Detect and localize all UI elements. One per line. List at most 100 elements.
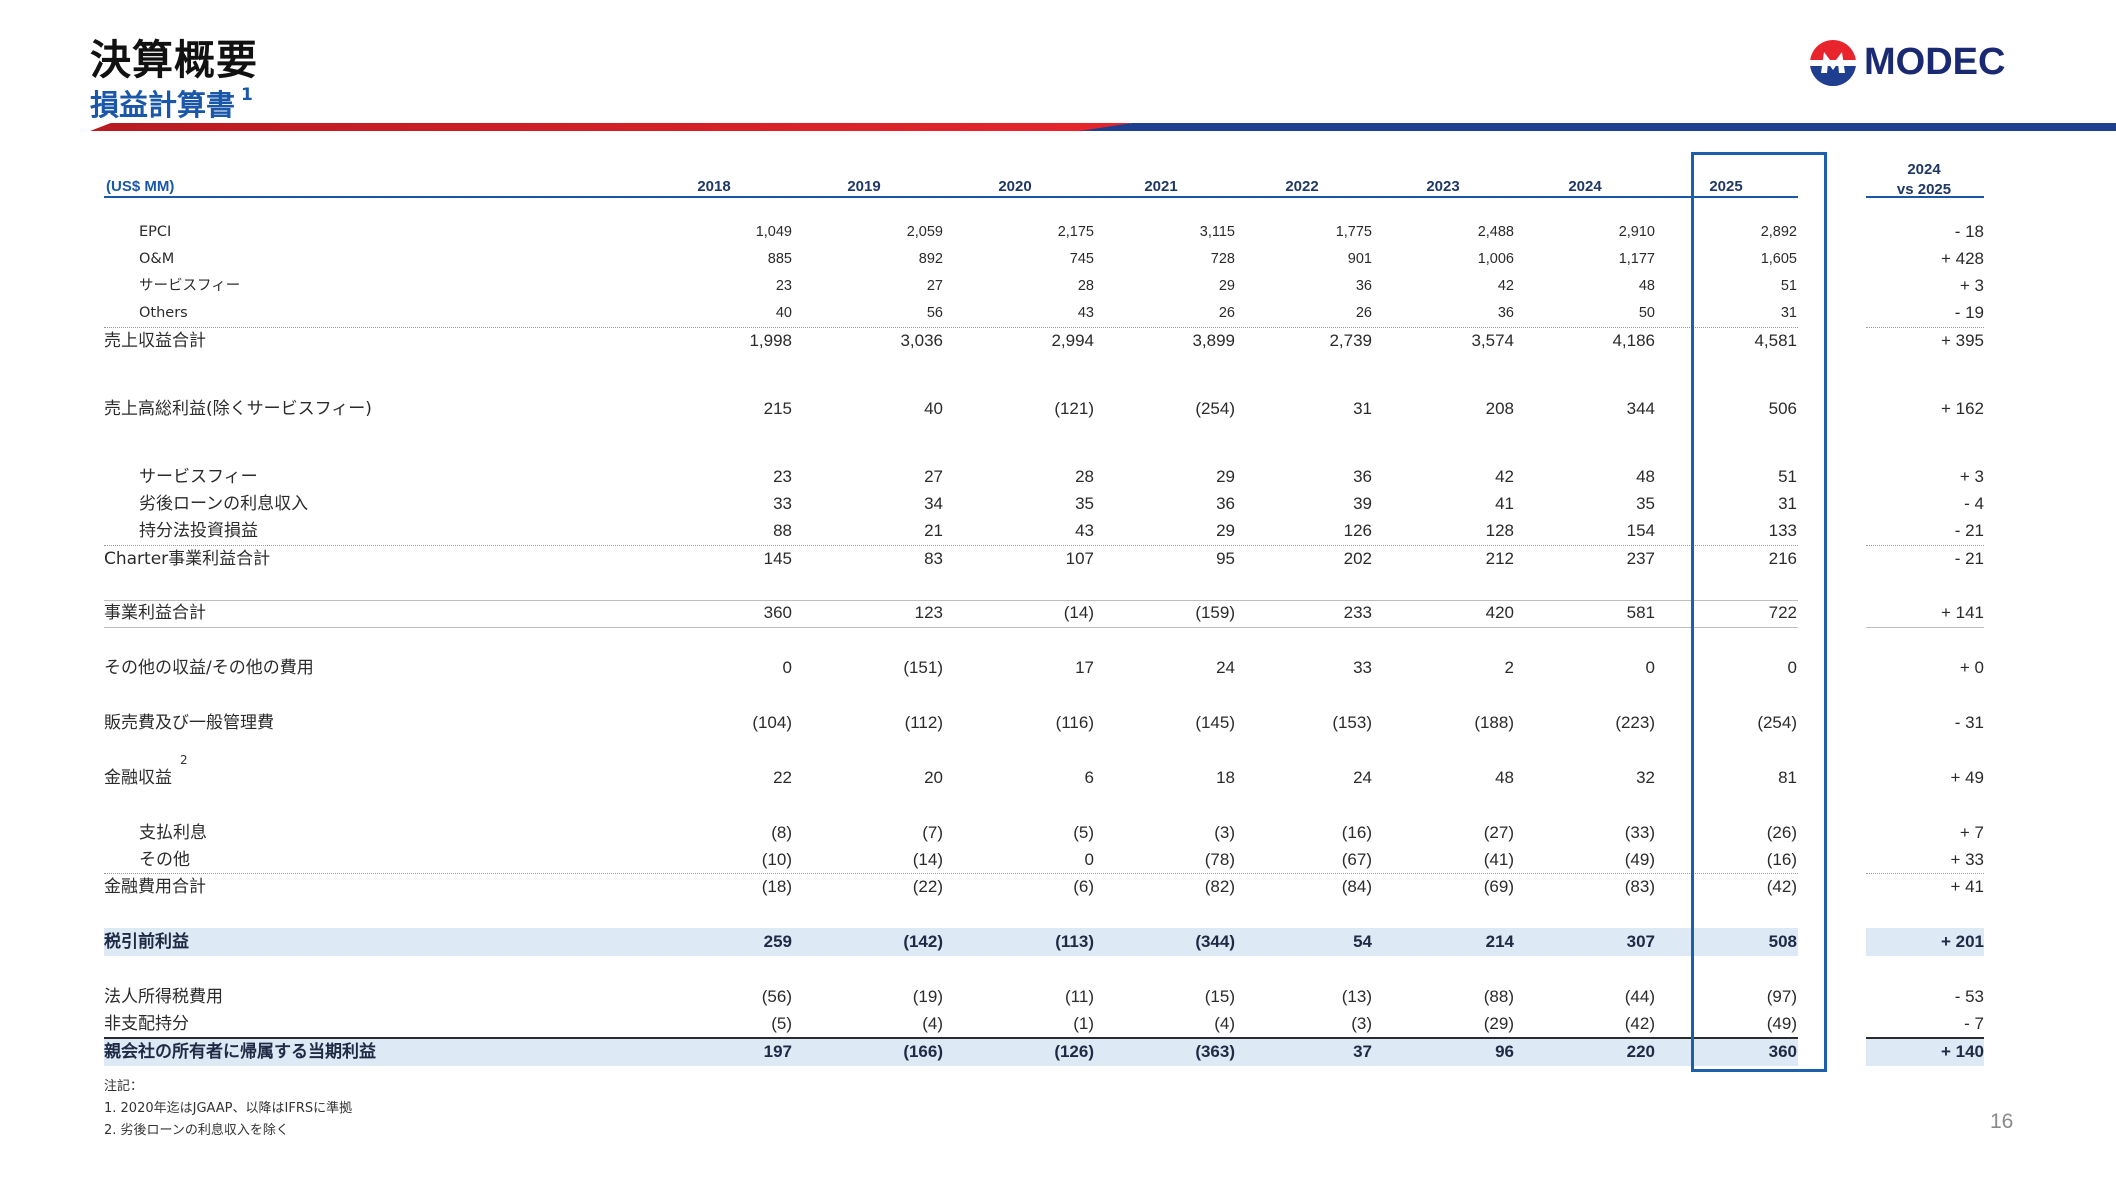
cell-change: - 4: [1964, 494, 1984, 513]
cell-2020: 43: [1077, 305, 1094, 321]
cell-2024: 50: [1638, 305, 1655, 321]
row-label: Others: [139, 305, 188, 321]
cell-2021: 29: [1216, 521, 1235, 540]
cell-2018: (8): [771, 823, 792, 842]
header-rule: [104, 196, 1798, 198]
cell-2018: 88: [773, 521, 792, 540]
cell-2022: (16): [1341, 823, 1372, 842]
cell-2019: 2,059: [906, 224, 943, 240]
cell-2019: 56: [926, 305, 943, 321]
cell-2018: 1,998: [749, 331, 792, 350]
cell-2022: (84): [1341, 877, 1372, 896]
cell-change: - 19: [1954, 303, 1984, 322]
cell-2020: 35: [1075, 494, 1094, 513]
cell-2024: 1,177: [1618, 251, 1655, 267]
cell-2024: 307: [1626, 932, 1655, 951]
cell-2019: 27: [926, 278, 943, 294]
row-label: 事業利益合計: [104, 603, 206, 623]
cell-2020: (14): [1063, 603, 1094, 622]
cell-2018: 23: [773, 467, 792, 486]
year-header-2023: 2023: [1426, 178, 1460, 195]
cell-2021: 36: [1216, 494, 1235, 513]
row-label: その他の収益/その他の費用: [104, 658, 314, 678]
cell-2021: (3): [1214, 823, 1235, 842]
cell-change: + 3: [1959, 467, 1984, 486]
cell-2020: (113): [1055, 932, 1094, 951]
cell-2022: 33: [1353, 658, 1372, 677]
cell-change: + 7: [1959, 823, 1984, 842]
cell-2024: 344: [1626, 399, 1655, 418]
cell-2022: 202: [1343, 549, 1372, 568]
cell-2024: (223): [1615, 713, 1655, 732]
cell-change: - 18: [1954, 222, 1984, 241]
cell-2024: 581: [1626, 603, 1655, 622]
cell-2022: (13): [1341, 987, 1372, 1006]
cell-change: + 41: [1950, 877, 1984, 896]
cell-2018: 0: [782, 658, 792, 677]
cell-2020: (116): [1055, 713, 1094, 732]
cell-2021: 29: [1218, 278, 1235, 294]
cell-2022: 36: [1353, 467, 1372, 486]
cell-2018: (18): [761, 877, 792, 896]
cell-2023: 214: [1485, 932, 1514, 951]
row-label: 非支配持分: [104, 1014, 189, 1034]
cell-2022: 37: [1353, 1042, 1372, 1061]
cell-2019: 34: [924, 494, 943, 513]
footnote-2: 2. 劣後ローンの利息収入を除く: [104, 1123, 289, 1138]
page-number: 16: [1990, 1110, 2014, 1133]
cell-2021: (363): [1195, 1042, 1235, 1061]
cell-2024: (83): [1624, 877, 1655, 896]
cell-2022: 901: [1347, 251, 1372, 267]
cell-2022: 24: [1353, 768, 1372, 787]
row-label: 支払利息: [139, 823, 207, 843]
cell-2023: 128: [1485, 521, 1514, 540]
compare-header: 2024 vs 2025: [1860, 160, 1988, 200]
cell-2023: 2,488: [1477, 224, 1514, 240]
cell-2018: 360: [763, 603, 792, 622]
row-label: サービスフィー: [139, 467, 258, 487]
row-label: 売上高総利益(除くサービスフィー): [104, 399, 372, 419]
header-rule-compare: [1866, 196, 1984, 198]
cell-2022: (153): [1332, 713, 1372, 732]
operating-bottom-rule-compare: [1866, 627, 1984, 628]
cell-2022: 39: [1353, 494, 1372, 513]
cell-2022: 36: [1355, 278, 1372, 294]
cell-2023: (41): [1483, 850, 1514, 869]
cell-2024: (44): [1624, 987, 1655, 1006]
cell-2024: 48: [1638, 278, 1655, 294]
cell-2024: 0: [1645, 658, 1655, 677]
cell-2019: (142): [903, 932, 943, 951]
cell-change: - 21: [1954, 521, 1984, 540]
row-label: 劣後ローンの利息収入: [139, 494, 309, 514]
cell-2021: 24: [1216, 658, 1235, 677]
page-subtitle: 損益計算書 1: [90, 82, 253, 124]
cell-2020: (5): [1073, 823, 1094, 842]
cell-2018: 40: [775, 305, 792, 321]
cell-2022: 2,739: [1329, 331, 1372, 350]
cell-2020: 2,175: [1057, 224, 1094, 240]
cell-2020: (11): [1065, 987, 1094, 1006]
compare-header-line1: 2024: [1907, 161, 1941, 178]
cell-2019: (166): [903, 1042, 943, 1061]
fy2025-highlight-box: [1691, 152, 1827, 1072]
cell-2018: 145: [763, 549, 792, 568]
cell-change: + 162: [1940, 399, 1984, 418]
cell-change: + 140: [1940, 1042, 1984, 1061]
cell-2019: 40: [924, 399, 943, 418]
year-header-2019: 2019: [847, 178, 881, 195]
cell-2020: 43: [1075, 521, 1094, 540]
cell-2023: (69): [1483, 877, 1514, 896]
cell-2019: 3,036: [900, 331, 943, 350]
row-label: EPCI: [139, 224, 172, 240]
cell-2024: 35: [1636, 494, 1655, 513]
cell-change: + 3: [1959, 276, 1984, 295]
row-label: 法人所得税費用: [104, 987, 223, 1007]
cell-2021: 95: [1216, 549, 1235, 568]
cell-2022: 26: [1355, 305, 1372, 321]
cell-2018: (10): [761, 850, 792, 869]
cell-2020: (126): [1054, 1042, 1094, 1061]
cell-2022: 54: [1353, 932, 1372, 951]
header-stripe-red: [90, 123, 1130, 131]
cell-2019: (14): [912, 850, 943, 869]
cell-2023: 42: [1495, 467, 1514, 486]
